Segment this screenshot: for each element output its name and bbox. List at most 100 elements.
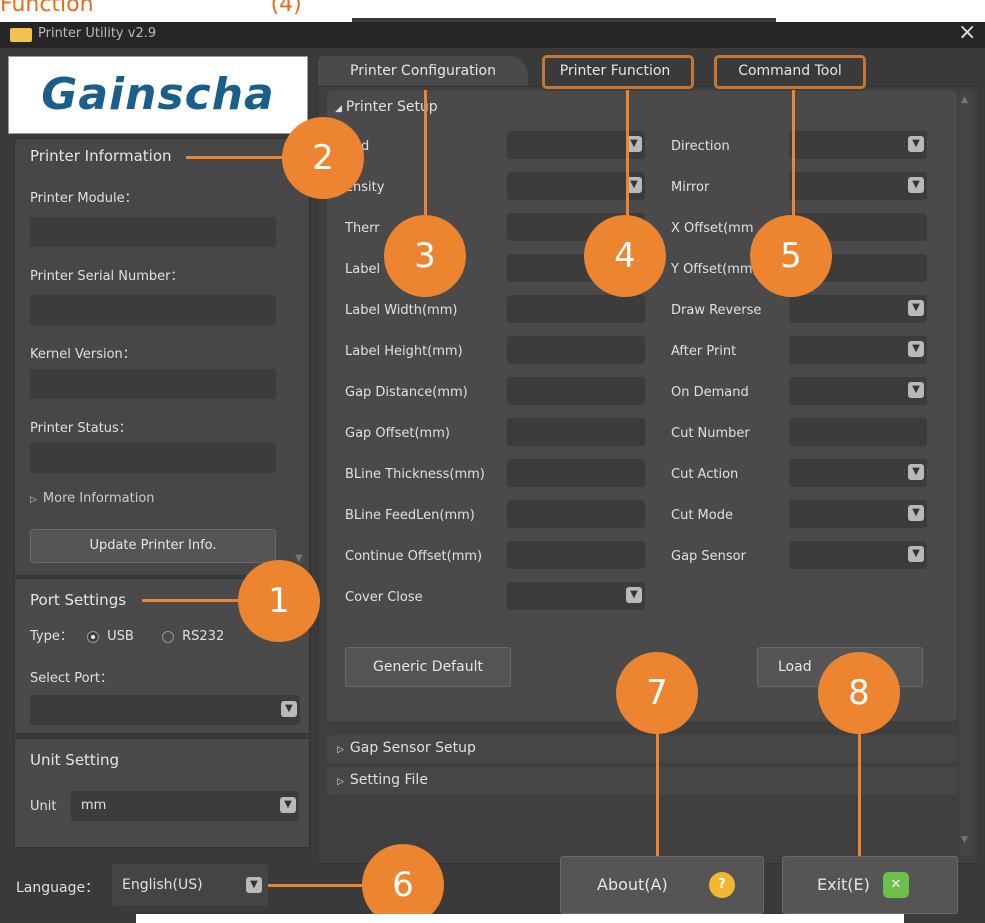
gap-sensor-combo[interactable]: ▼ xyxy=(789,541,927,569)
expand-arrow-icon: ▷ xyxy=(337,745,344,755)
label-height-mm-label: Label Height(mm) xyxy=(345,344,463,359)
bline-thickness-mm-field[interactable] xyxy=(507,459,645,487)
cut-action-combo[interactable]: ▼ xyxy=(789,459,927,487)
on-demand-label: On Demand xyxy=(671,385,749,400)
unit-combo[interactable]: mm ▼ xyxy=(71,791,299,821)
gap-sensor-setup-title: Gap Sensor Setup xyxy=(349,740,476,756)
callout-line-6 xyxy=(268,884,364,887)
bottom-strip xyxy=(136,914,904,923)
language-label: Language： xyxy=(16,880,100,896)
cover-close-label: Cover Close xyxy=(345,590,423,605)
kernel-version-label: Kernel Version： xyxy=(30,347,136,362)
unit-setting-panel: Unit Setting Unit mm ▼ xyxy=(14,738,310,848)
title-bar: Printer Utility v2.9 × xyxy=(0,22,985,48)
language-value: English(US) xyxy=(122,877,203,893)
port-settings-header: Port Settings xyxy=(30,591,127,609)
rs232-radio-label[interactable]: RS232 xyxy=(182,629,224,644)
printer-info-header: Printer Information xyxy=(30,147,172,165)
printer-serial-label: Printer Serial Number： xyxy=(30,269,184,284)
cover-close-combo[interactable]: ▼ xyxy=(507,582,645,610)
caption-suffix: (4) xyxy=(270,0,302,17)
chevron-down-icon: ▼ xyxy=(908,341,924,357)
bline-thickness-mm-label: BLine Thickness(mm) xyxy=(345,467,485,482)
rs232-radio[interactable] xyxy=(161,630,174,643)
continue-offset-mm-label: Continue Offset(mm) xyxy=(345,549,483,564)
setting-file-title: Setting File xyxy=(349,772,428,788)
usb-radio-label[interactable]: USB xyxy=(107,629,134,644)
printer-status-field xyxy=(30,443,276,473)
chevron-down-icon: ▼ xyxy=(626,587,642,603)
printer-module-label: Printer Module： xyxy=(30,191,138,206)
exit-icon: ✕ xyxy=(883,872,909,898)
help-icon: ? xyxy=(709,872,735,898)
gap-distance-mm-field[interactable] xyxy=(507,377,645,405)
thermal-label: Therr xyxy=(345,221,380,236)
label-width-mm-field[interactable] xyxy=(507,295,645,323)
more-information-toggle[interactable]: ▷ More Information xyxy=(30,491,155,506)
chevron-down-icon: ▼ xyxy=(281,701,297,717)
chevron-down-icon: ▼ xyxy=(280,797,296,813)
draw-reverse-label: Draw Reverse xyxy=(671,303,762,318)
direction-label: Direction xyxy=(671,139,730,154)
chevron-down-icon: ▼ xyxy=(246,877,262,893)
exit-button-label: Exit(E) xyxy=(817,875,870,894)
update-printer-info-button[interactable]: Update Printer Info. xyxy=(30,529,276,563)
cut-number-field[interactable] xyxy=(789,418,927,446)
exit-button[interactable]: Exit(E) ✕ xyxy=(782,856,958,914)
after-print-label: After Print xyxy=(671,344,737,359)
cut-action-label: Cut Action xyxy=(671,467,739,482)
callout-line-8 xyxy=(858,722,861,856)
speed-combo[interactable]: ▼ xyxy=(507,131,645,159)
logo-box: Gainscha xyxy=(8,56,308,134)
vertical-scrollbar[interactable]: ▲ ▼ xyxy=(959,91,973,855)
cut-mode-combo[interactable]: ▼ xyxy=(789,500,927,528)
close-icon[interactable]: × xyxy=(958,22,976,45)
select-port-label: Select Port： xyxy=(30,671,114,686)
setting-file-section[interactable]: ▷ Setting File xyxy=(327,767,957,795)
printer-info-panel: Printer Information Printer Module： Prin… xyxy=(14,138,310,576)
callout-3: 3 xyxy=(384,215,466,297)
label-width-mm-label: Label Width(mm) xyxy=(345,303,458,318)
direction-combo[interactable]: ▼ xyxy=(789,131,927,159)
scroll-down-icon[interactable]: ▼ xyxy=(961,835,968,845)
gap-offset-mm-field[interactable] xyxy=(507,418,645,446)
configuration-content: ◢Printer Setup eed▼ensity▼Therr▼Label▼La… xyxy=(318,86,978,864)
language-combo[interactable]: English(US) ▼ xyxy=(112,864,268,906)
y-offset-mm-label: Y Offset(mm) xyxy=(671,262,758,277)
about-button-label: About(A) xyxy=(597,875,668,894)
scroll-down-icon[interactable]: ▼ xyxy=(295,553,303,564)
usb-radio[interactable] xyxy=(87,630,100,643)
callout-line-7 xyxy=(656,722,659,856)
about-button[interactable]: About(A) ? xyxy=(560,856,764,914)
printer-module-field xyxy=(30,217,276,247)
page-caption: Function (4) xyxy=(0,0,302,22)
x-offset-mm-label: X Offset(mm xyxy=(671,221,754,236)
after-print-combo[interactable]: ▼ xyxy=(789,336,927,364)
callout-line-1 xyxy=(142,599,242,602)
draw-reverse-combo[interactable]: ▼ xyxy=(789,295,927,323)
label-height-mm-field[interactable] xyxy=(507,336,645,364)
printer-setup-panel: ◢Printer Setup eed▼ensity▼Therr▼Label▼La… xyxy=(327,91,957,721)
callout-7: 7 xyxy=(616,652,698,734)
collapse-arrow-icon: ◢ xyxy=(335,104,342,114)
gap-sensor-label: Gap Sensor xyxy=(671,549,746,564)
caption-text: Function xyxy=(0,0,94,17)
gap-sensor-setup-section[interactable]: ▷ Gap Sensor Setup xyxy=(327,735,957,763)
callout-5: 5 xyxy=(750,215,832,297)
callout-4: 4 xyxy=(584,215,666,297)
chevron-down-icon: ▼ xyxy=(908,177,924,193)
window-title: Printer Utility v2.9 xyxy=(38,26,157,41)
gap-distance-mm-label: Gap Distance(mm) xyxy=(345,385,468,400)
continue-offset-mm-field[interactable] xyxy=(507,541,645,569)
printer-setup-header[interactable]: ◢ Printer Setup xyxy=(335,99,438,115)
generic-default-button[interactable]: Generic Default xyxy=(345,647,511,687)
mirror-combo[interactable]: ▼ xyxy=(789,172,927,200)
density-combo[interactable]: ▼ xyxy=(507,172,645,200)
scroll-up-icon[interactable]: ▲ xyxy=(961,95,968,105)
on-demand-combo[interactable]: ▼ xyxy=(789,377,927,405)
highlight-printer-function xyxy=(542,55,694,89)
select-port-combo[interactable]: ▼ xyxy=(30,695,300,725)
bline-feedlen-mm-field[interactable] xyxy=(507,500,645,528)
tab-printer-configuration[interactable]: Printer Configuration xyxy=(318,56,528,88)
load-button-label: Load xyxy=(778,659,812,675)
